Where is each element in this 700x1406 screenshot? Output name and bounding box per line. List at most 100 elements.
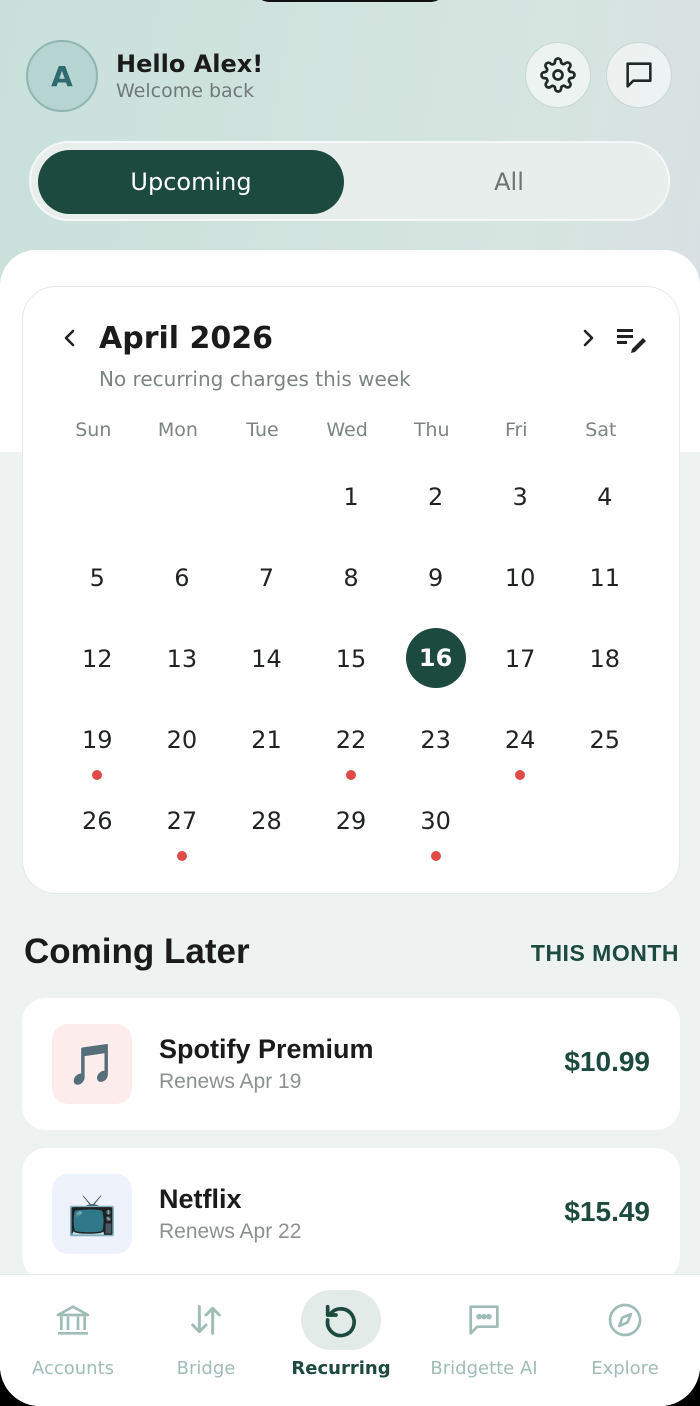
day-number: 6 (174, 564, 190, 592)
day-number: 10 (504, 564, 536, 592)
calendar-day[interactable]: 6 (140, 540, 225, 621)
subscription-amount: $10.99 (564, 1046, 650, 1077)
calendar-day[interactable]: 26 (55, 783, 140, 864)
calendar-day[interactable]: 30 (393, 783, 478, 864)
weekday-label: Tue (246, 419, 279, 441)
calendar-day[interactable]: 7 (224, 540, 309, 621)
calendar-empty-cell (140, 459, 225, 540)
chevron-right-icon[interactable] (577, 323, 599, 353)
tab-upcoming[interactable]: Upcoming (38, 150, 344, 214)
messages-button[interactable] (606, 42, 672, 108)
tab-label: Bridge (176, 1358, 236, 1379)
calendar-day[interactable]: 25 (562, 702, 647, 783)
greeting-title: Hello Alex! (116, 50, 264, 78)
calendar-day[interactable]: 11 (562, 540, 647, 621)
day-number: 23 (420, 726, 451, 754)
tab-all[interactable]: All (351, 150, 667, 214)
calendar-day[interactable]: 8 (309, 540, 394, 621)
calendar-day[interactable]: 3 (478, 459, 563, 540)
coming-later-title: Coming Later (24, 932, 250, 971)
gear-icon (540, 57, 576, 93)
calendar-day[interactable]: 19 (55, 702, 140, 783)
day-number: 15 (335, 645, 367, 673)
charge-indicator-dot (430, 851, 441, 861)
subscription-amount: $15.49 (564, 1196, 650, 1227)
calendar-day-today[interactable]: 16 (393, 621, 478, 702)
weekday-label: Sat (585, 419, 617, 441)
calendar-day[interactable]: 21 (224, 702, 309, 783)
day-number: 2 (427, 483, 444, 511)
calendar-day[interactable]: 4 (562, 459, 647, 540)
calendar-grid: 1 2 3 4 5 6 7 8 9 10 11 12 13 14 15 16 17 18 19 20 21 22 23 24 2… (55, 459, 647, 864)
calendar-month-title: April 2026 (99, 321, 273, 356)
day-number: 7 (258, 564, 275, 592)
television-icon: 📺 (52, 1174, 132, 1254)
calendar-day[interactable]: 20 (140, 702, 225, 783)
day-number: 14 (251, 645, 282, 673)
calendar-empty-cell (562, 783, 647, 864)
calendar-week-row: 1 2 3 4 (55, 459, 647, 540)
calendar-subtitle: No recurring charges this week (99, 367, 411, 391)
calendar-day[interactable]: 27 (140, 783, 225, 864)
tab-bridge[interactable]: Bridge (141, 1275, 271, 1385)
day-number: 25 (589, 726, 621, 754)
day-number: 19 (82, 726, 113, 754)
day-number: 9 (427, 564, 444, 592)
main-content: April 2026 No recurring charges this wee… (0, 250, 700, 1406)
calendar-day[interactable]: 22 (309, 702, 394, 783)
calendar-day[interactable]: 24 (478, 702, 563, 783)
subscription-card[interactable]: 📺 Netflix Renews Apr 22 $15.49 (22, 1148, 680, 1280)
day-number: 27 (166, 807, 198, 835)
calendar-day[interactable]: 12 (55, 621, 140, 702)
upcoming-all-toggle: Upcoming All (29, 141, 670, 221)
transfer-arrows-icon (191, 1305, 221, 1335)
tab-recurring[interactable]: Recurring (276, 1275, 406, 1385)
day-number: 16 (405, 628, 466, 688)
day-number: 17 (504, 645, 536, 673)
tab-bridgette-ai[interactable]: Bridgette AI (419, 1275, 549, 1385)
calendar-day[interactable]: 28 (224, 783, 309, 864)
day-number: 1 (343, 483, 359, 511)
tab-accounts[interactable]: Accounts (8, 1275, 138, 1385)
tab-label: Accounts (31, 1358, 115, 1379)
avatar[interactable]: A (26, 40, 98, 112)
weekday-label: Sun (75, 419, 112, 441)
calendar-day[interactable]: 2 (393, 459, 478, 540)
calendar-day[interactable]: 15 (309, 621, 394, 702)
chevron-left-icon[interactable] (59, 323, 81, 353)
calendar-empty-cell (478, 783, 563, 864)
day-number: 20 (166, 726, 198, 754)
calendar-day[interactable]: 1 (309, 459, 394, 540)
this-month-link[interactable]: THIS MONTH (531, 940, 679, 967)
weekday-label: Fri (504, 419, 528, 441)
tab-label: Bridgette AI (430, 1358, 538, 1379)
subscription-renew-date: Renews Apr 22 (159, 1220, 302, 1243)
weekday-label: Wed (326, 419, 368, 441)
settings-button[interactable] (525, 42, 591, 108)
calendar-card: April 2026 No recurring charges this wee… (22, 286, 680, 894)
day-number: 11 (589, 564, 621, 592)
calendar-day[interactable]: 23 (393, 702, 478, 783)
subscription-name: Netflix (159, 1184, 242, 1214)
device-notch (255, 0, 445, 2)
calendar-day[interactable]: 18 (562, 621, 647, 702)
tab-label: Recurring (291, 1358, 391, 1379)
calendar-day[interactable]: 17 (478, 621, 563, 702)
calendar-day[interactable]: 10 (478, 540, 563, 621)
edit-list-icon[interactable] (615, 323, 647, 353)
subscription-renew-date: Renews Apr 19 (159, 1070, 302, 1093)
calendar-day[interactable]: 29 (309, 783, 394, 864)
calendar-day[interactable]: 14 (224, 621, 309, 702)
day-number: 29 (335, 807, 367, 835)
tab-explore[interactable]: Explore (560, 1275, 690, 1385)
subscription-card[interactable]: 🎵 Spotify Premium Renews Apr 19 $10.99 (22, 998, 680, 1130)
calendar-day[interactable]: 13 (140, 621, 225, 702)
calendar-day[interactable]: 5 (55, 540, 140, 621)
day-number: 18 (589, 645, 621, 673)
day-number: 24 (504, 726, 536, 754)
day-number: 13 (166, 645, 198, 673)
day-number: 21 (251, 726, 282, 754)
charge-indicator-dot (176, 851, 187, 861)
calendar-day[interactable]: 9 (393, 540, 478, 621)
calendar-week-row: 19 20 21 22 23 24 25 (55, 702, 647, 783)
